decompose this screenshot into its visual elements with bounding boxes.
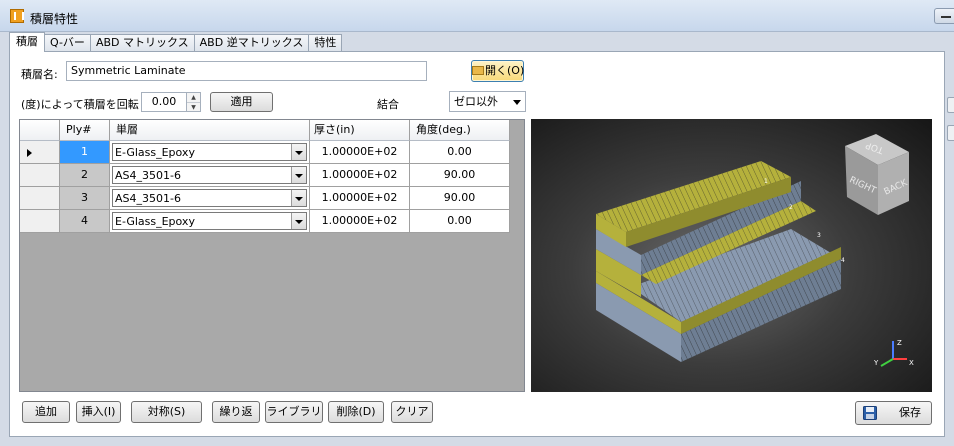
chevron-down-icon[interactable]	[291, 213, 306, 229]
ply-table: Ply# 単層 厚さ(in) 角度(deg.) 1 E-Glass_Epoxy …	[19, 119, 525, 392]
material-value: E-Glass_Epoxy	[115, 146, 195, 159]
chevron-down-icon	[513, 100, 521, 105]
rotate-label: (度)によって積層を回転	[21, 98, 139, 111]
library-button[interactable]: ライブラリ	[265, 401, 323, 423]
laminate-name-label: 積層名:	[21, 68, 58, 81]
axis-z-label: Z	[897, 339, 902, 347]
chevron-down-icon[interactable]	[291, 190, 306, 206]
laminate-3d-view[interactable]: 1 2 3 4 TOP RIGHT BACK Z X Y	[531, 119, 932, 392]
tab-q-bar[interactable]: Q-バー	[44, 34, 91, 52]
thickness-cell[interactable]: 1.00000E+02	[310, 164, 410, 187]
row-selector[interactable]	[20, 210, 60, 233]
material-cell[interactable]: E-Glass_Epoxy	[110, 141, 310, 164]
window-title: 積層特性	[30, 12, 79, 26]
thickness-cell[interactable]: 1.00000E+02	[310, 187, 410, 210]
material-dropdown[interactable]: AS4_3501-6	[112, 189, 307, 207]
ply-marker-3: 3	[817, 232, 821, 239]
material-value: E-Glass_Epoxy	[115, 215, 195, 228]
table-row[interactable]: 4 E-Glass_Epoxy 1.00000E+02 0.00	[20, 210, 510, 233]
ply-number-cell[interactable]: 4	[60, 210, 110, 233]
tab-abd-inverse-matrix[interactable]: ABD 逆マトリックス	[193, 34, 310, 52]
laminate-name-input[interactable]: Symmetric Laminate	[66, 61, 427, 81]
tab-abd-matrix[interactable]: ABD マトリックス	[89, 34, 195, 52]
material-cell[interactable]: AS4_3501-6	[110, 164, 310, 187]
table-row[interactable]: 3 AS4_3501-6 1.00000E+02 90.00	[20, 187, 510, 210]
insert-button[interactable]: 挿入(I)	[76, 401, 121, 423]
side-button-bottom[interactable]	[947, 125, 954, 141]
material-cell[interactable]: AS4_3501-6	[110, 187, 310, 210]
clear-button[interactable]: クリア	[391, 401, 433, 423]
material-dropdown[interactable]: E-Glass_Epoxy	[112, 143, 307, 161]
thickness-cell[interactable]: 1.00000E+02	[310, 210, 410, 233]
angle-cell[interactable]: 0.00	[410, 141, 510, 164]
ply-marker-1: 1	[764, 178, 768, 185]
ply-number-cell[interactable]: 1	[60, 141, 110, 164]
side-button-top[interactable]	[947, 97, 954, 113]
side-buttons	[947, 97, 954, 153]
repeat-button[interactable]: 繰り返	[212, 401, 260, 423]
coupling-select[interactable]: ゼロ以外	[449, 91, 526, 112]
spin-down-icon[interactable]: ▼	[187, 102, 200, 111]
save-button[interactable]: 保存	[855, 401, 932, 425]
row-selector[interactable]	[20, 164, 60, 187]
rotate-angle-stepper[interactable]: ▲ ▼	[187, 92, 201, 112]
angle-cell[interactable]: 90.00	[410, 187, 510, 210]
axis-triad-icon: Z X Y	[873, 339, 914, 367]
material-cell[interactable]: E-Glass_Epoxy	[110, 210, 310, 233]
row-selector[interactable]	[20, 141, 60, 164]
angle-cell[interactable]: 90.00	[410, 164, 510, 187]
folder-icon	[472, 66, 484, 75]
ply-marker-4: 4	[841, 257, 845, 264]
axis-y-label: Y	[873, 359, 879, 367]
app-logo-icon	[10, 9, 24, 23]
ply-marker-2: 2	[789, 204, 793, 211]
column-header-thickness[interactable]: 厚さ(in)	[310, 120, 410, 141]
row-header-corner	[20, 120, 60, 141]
column-header-material[interactable]: 単層	[110, 120, 310, 141]
title-bar: 積層特性	[0, 0, 954, 32]
axis-x-label: X	[909, 359, 914, 367]
coupling-value: ゼロ以外	[454, 95, 498, 108]
column-header-ply[interactable]: Ply#	[60, 120, 110, 141]
table-header: Ply# 単層 厚さ(in) 角度(deg.)	[20, 120, 510, 141]
open-button-label: 開く(O)	[485, 64, 525, 77]
save-button-label: 保存	[899, 406, 921, 419]
material-value: AS4_3501-6	[115, 169, 181, 182]
apply-button[interactable]: 適用	[210, 92, 273, 112]
current-row-arrow-icon	[27, 149, 32, 157]
table-row[interactable]: 2 AS4_3501-6 1.00000E+02 90.00	[20, 164, 510, 187]
angle-cell[interactable]: 0.00	[410, 210, 510, 233]
thickness-cell[interactable]: 1.00000E+02	[310, 141, 410, 164]
minimize-button[interactable]	[934, 8, 954, 24]
tab-strip: 積層 Q-バー ABD マトリックス ABD 逆マトリックス 特性	[9, 32, 343, 52]
chevron-down-icon[interactable]	[291, 144, 306, 160]
material-value: AS4_3501-6	[115, 192, 181, 205]
column-header-angle[interactable]: 角度(deg.)	[410, 120, 510, 141]
add-button[interactable]: 追加	[22, 401, 70, 423]
symmetric-button[interactable]: 対称(S)	[131, 401, 202, 423]
coupling-label: 結合	[377, 98, 399, 111]
rotate-angle-input[interactable]: 0.00	[141, 92, 187, 112]
tab-properties[interactable]: 特性	[308, 34, 343, 52]
view-cube-icon[interactable]: TOP RIGHT BACK	[845, 134, 910, 215]
delete-button[interactable]: 削除(D)	[328, 401, 384, 423]
chevron-down-icon[interactable]	[291, 167, 306, 183]
ply-number-cell[interactable]: 3	[60, 187, 110, 210]
material-dropdown[interactable]: E-Glass_Epoxy	[112, 212, 307, 230]
row-selector[interactable]	[20, 187, 60, 210]
tab-laminate[interactable]: 積層	[9, 32, 45, 52]
table-row[interactable]: 1 E-Glass_Epoxy 1.00000E+02 0.00	[20, 141, 510, 164]
open-button[interactable]: 開く(O)	[471, 60, 524, 82]
spin-up-icon[interactable]: ▲	[187, 93, 200, 102]
material-dropdown[interactable]: AS4_3501-6	[112, 166, 307, 184]
floppy-disk-icon	[863, 406, 877, 420]
ply-number-cell[interactable]: 2	[60, 164, 110, 187]
laminate-3d-render: 1 2 3 4 TOP RIGHT BACK Z X Y	[596, 134, 914, 367]
